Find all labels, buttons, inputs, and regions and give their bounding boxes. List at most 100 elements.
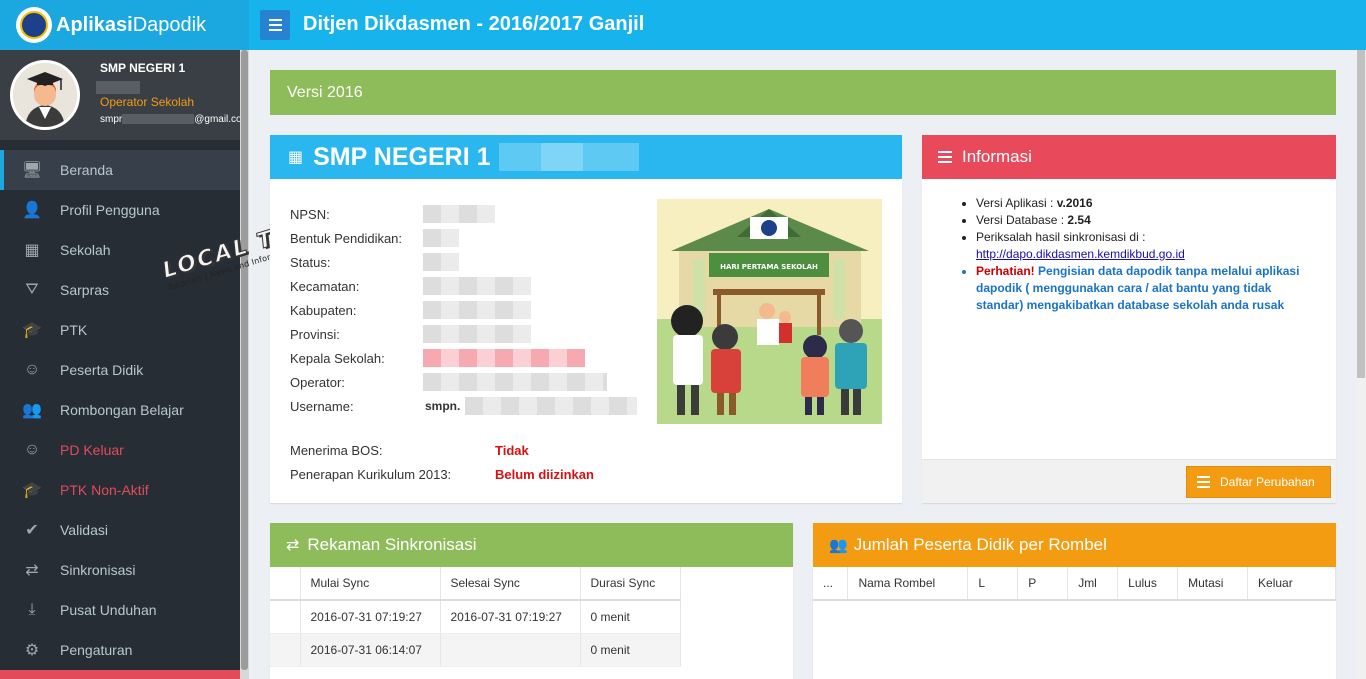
hamburger-icon [268, 19, 282, 21]
graduation-cap-icon: 🎓 [22, 322, 42, 339]
sidebar-item-pengaturan[interactable]: ⚙ Pengaturan [0, 630, 240, 670]
info-box-footer: Daftar Perubahan [922, 459, 1336, 503]
column-header[interactable]: Mulai Sync [300, 567, 441, 601]
column-header[interactable]: Nama Rombel [847, 567, 969, 601]
content-scrollbar[interactable] [1356, 50, 1366, 679]
school-profile-box: ▦ SMP NEGERI 1 NPSN: Bentuk Pendidikan: St… [270, 135, 902, 503]
column-header[interactable]: Lulus [1117, 567, 1179, 601]
sidebar-item-profil-pengguna[interactable]: 👤 Profil Pengguna [0, 190, 240, 230]
exchange-icon: ⇄ [25, 562, 39, 579]
redacted-block [465, 397, 637, 415]
sidebar-item-rombongan-belajar[interactable]: 👥 Rombongan Belajar [0, 390, 240, 430]
list-item: Versi Aplikasi : v.2016 [976, 195, 1320, 212]
sidebar-item-label: Beranda [60, 162, 113, 178]
check-icon: ✔ [25, 522, 39, 539]
column-header[interactable]: Keluar [1247, 567, 1336, 601]
column-header[interactable]: Selesai Sync [440, 567, 581, 601]
table-row[interactable]: 2016-07-31 06:14:07 0 menit [270, 633, 681, 667]
dapo-link[interactable]: http://dapo.dikdasmen.kemdikbud.go.id [976, 247, 1185, 261]
top-navbar: Aplikasi Dapodik Ditjen Dikdasmen - 2016/… [0, 0, 1366, 50]
sidebar-scrollbar[interactable] [240, 50, 249, 679]
redacted-block [423, 229, 459, 247]
table-cell: 2016-07-31 07:19:27 [440, 600, 581, 634]
sidebar-menu-next-item[interactable] [0, 670, 240, 679]
sync-box-header: ⇄ Rekaman Sinkronisasi [270, 523, 793, 567]
sidebar-item-ptk-non-aktif[interactable]: 🎓 PTK Non-Aktif [0, 470, 240, 510]
table-cell: 2016-07-31 07:19:27 [300, 600, 441, 634]
sidebar-item-beranda[interactable]: 🖥 Beranda [0, 150, 240, 190]
page-header-title: Ditjen Dikdasmen - 2016/2017 Ganjil [303, 13, 645, 35]
sidebar-item-pd-keluar[interactable]: ☺ PD Keluar [0, 430, 240, 470]
sidebar-item-sinkronisasi[interactable]: ⇄ Sinkronisasi [0, 550, 240, 590]
column-header[interactable]: Durasi Sync [580, 567, 681, 601]
sync-box-title: Rekaman Sinkronisasi [307, 535, 477, 554]
redacted-block [423, 325, 531, 343]
sidebar: SMP NEGERI 1 Operator Sekolah smpr @gmail… [0, 50, 240, 679]
sidebar-item-validasi[interactable]: ✔ Validasi [0, 510, 240, 550]
bos-status: Tidak [495, 443, 529, 458]
sidebar-item-label: Validasi [60, 522, 108, 538]
sidebar-menu: 🖥 Beranda 👤 Profil Pengguna ▦ Sekolah ⛛ Sarpras… [0, 150, 240, 670]
redacted-block [423, 253, 459, 271]
redacted-block [96, 81, 140, 94]
users-icon: 👥 [22, 402, 42, 419]
school-box-header: ▦ SMP NEGERI 1 [270, 135, 902, 179]
column-header[interactable] [270, 567, 301, 601]
sync-history-box: ⇄ Rekaman Sinkronisasi Mulai Sync Selesai… [270, 523, 793, 679]
brand-logo-area[interactable]: Aplikasi Dapodik [0, 0, 249, 50]
download-icon: ⤓ [28, 601, 36, 618]
building-icon: ▦ [288, 149, 304, 166]
building-icon: ▦ [24, 242, 40, 259]
sidebar-item-label: Sinkronisasi [60, 562, 136, 578]
sidebar-item-label: PTK Non-Aktif [60, 482, 149, 498]
sidebar-item-label: Profil Pengguna [60, 202, 160, 218]
smile-icon: ☺ [23, 361, 41, 378]
graduate-avatar-icon [13, 63, 77, 127]
list-icon [1197, 476, 1210, 488]
kurikulum-status: Belum diizinkan [495, 467, 594, 482]
avatar [10, 60, 80, 130]
table-cell: 2016-07-31 06:14:07 [300, 633, 441, 667]
table-row[interactable]: 2016-07-31 07:19:27 2016-07-31 07:19:27 0 … [270, 600, 681, 634]
sidebar-toggle-button[interactable] [260, 10, 290, 40]
redacted-block [423, 277, 531, 295]
info-box: Informasi Versi Aplikasi : v.2016 Versi … [922, 135, 1336, 503]
column-header[interactable]: ... [813, 567, 849, 601]
first-day-school-illustration: HARI PERTAMA SEKOLAH [657, 199, 882, 424]
user-icon: 👤 [22, 202, 42, 219]
sidebar-item-label: Peserta Didik [60, 362, 144, 378]
sidebar-item-label: Pusat Unduhan [60, 602, 157, 618]
sidebar-item-ptk[interactable]: 🎓 PTK [0, 310, 240, 350]
rombel-box-header: 👥 Jumlah Peserta Didik per Rombel [813, 523, 1336, 567]
user-panel: SMP NEGERI 1 Operator Sekolah smpr @gmail… [0, 50, 240, 140]
sidebar-item-label: Sarpras [60, 282, 110, 298]
column-header[interactable]: L [967, 567, 1019, 601]
daftar-perubahan-button[interactable]: Daftar Perubahan [1186, 466, 1331, 498]
rombel-count-box: 👥 Jumlah Peserta Didik per Rombel ... Nam… [813, 523, 1336, 679]
username-value: smpn. [425, 399, 461, 413]
graduation-cap-icon: 🎓 [22, 482, 42, 499]
version-banner: Versi 2016 [270, 70, 1336, 115]
sidebar-item-label: Sekolah [60, 242, 111, 258]
monitor-icon: 🖥 [21, 162, 43, 179]
sidebar-item-pusat-unduhan[interactable]: ⤓ Pusat Unduhan [0, 590, 240, 630]
column-header[interactable]: Mutasi [1177, 567, 1249, 601]
gear-icon: ⚙ [24, 642, 40, 659]
sync-table: Mulai Sync Selesai Sync Durasi Sync 2016-0… [270, 567, 681, 667]
user-role: Operator Sekolah [100, 95, 195, 109]
table-cell [270, 633, 301, 667]
list-icon [938, 151, 952, 163]
column-header[interactable]: Jml [1067, 567, 1119, 601]
kurikulum-row: Penerapan Kurikulum 2013: Belum diizinka… [290, 467, 594, 482]
redacted-block [498, 143, 639, 171]
sidebar-item-peserta-didik[interactable]: ☺ Peserta Didik [0, 350, 240, 390]
brand-name-light: Dapodik [132, 13, 207, 36]
tut-wuri-logo-icon [16, 7, 52, 43]
svg-text:HARI PERTAMA SEKOLAH: HARI PERTAMA SEKOLAH [720, 263, 818, 271]
column-header[interactable]: P [1017, 567, 1069, 601]
brand-name-bold: Aplikasi [56, 13, 133, 36]
info-box-header: Informasi [922, 135, 1336, 179]
table-cell [440, 633, 581, 667]
sidebar-item-label: PD Keluar [60, 442, 124, 458]
info-list: Versi Aplikasi : v.2016 Versi Database :… [960, 195, 1320, 314]
